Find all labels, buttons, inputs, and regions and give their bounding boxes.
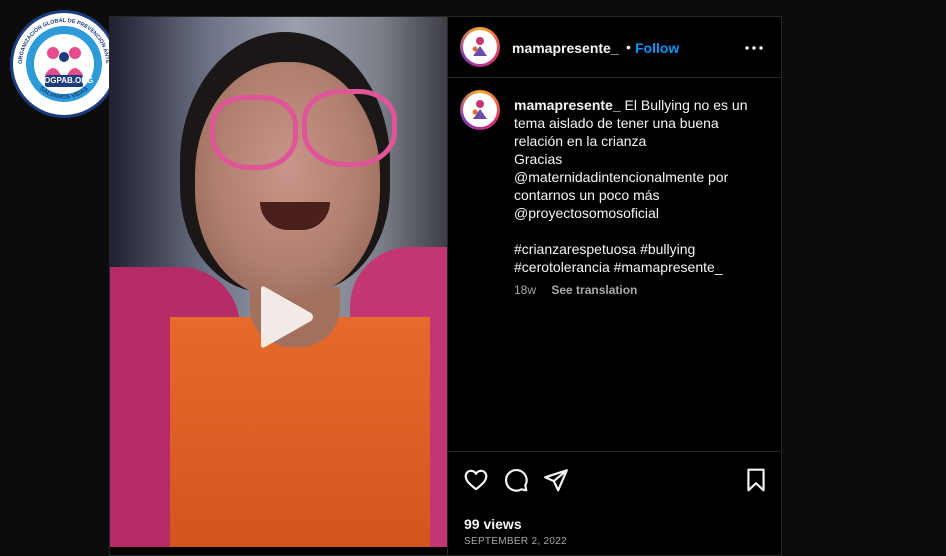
comment-button[interactable]: [503, 467, 529, 493]
bookmark-icon: [747, 468, 765, 492]
caption-avatar-image: [463, 93, 497, 127]
header-username[interactable]: mamapresente_: [512, 40, 619, 56]
video-subject-glasses-right: [302, 89, 397, 167]
svg-text:SALVAMOS VIDAS: SALVAMOS VIDAS: [38, 86, 89, 101]
post-sidepanel: mamapresente_ • Follow mamapresente_ El …: [447, 17, 781, 555]
caption-hashtags[interactable]: #cerotolerancia #mamapresente_: [514, 258, 759, 276]
post-card: mamapresente_ • Follow mamapresente_ El …: [109, 16, 782, 556]
caption-line: El Bullying no es un: [620, 97, 748, 113]
view-count[interactable]: 99 views: [464, 516, 522, 532]
post-age[interactable]: 18w: [514, 283, 536, 297]
more-options-button[interactable]: [744, 39, 764, 57]
avatar-figure-icon: [472, 100, 487, 119]
caption-line: relación en la crianza: [514, 133, 647, 149]
share-icon: [544, 469, 568, 492]
post-video[interactable]: [110, 17, 447, 547]
post-header: mamapresente_ • Follow: [448, 17, 781, 78]
logo-org-text: ORGANIZACIÓN GLOBAL DE PREVENCIÓN ANTE E…: [13, 13, 110, 64]
follow-button[interactable]: Follow: [635, 40, 679, 56]
caption-mention[interactable]: @proyectosomosoficial: [514, 204, 759, 222]
save-button[interactable]: [743, 467, 769, 493]
caption-mention[interactable]: @maternidadintencionalmente por: [514, 168, 759, 186]
more-icon: [745, 46, 763, 50]
caption-meta: 18w See translation: [514, 283, 637, 297]
logo-slogan: SALVAMOS VIDAS: [38, 86, 89, 101]
action-bar: 99 views SEPTEMBER 2, 2022: [448, 451, 781, 555]
avatar-figure-icon: [472, 37, 487, 56]
see-translation-button[interactable]: See translation: [551, 283, 637, 297]
comment-icon: [505, 469, 528, 492]
caption-author[interactable]: mamapresente_: [514, 97, 621, 113]
caption-hashtags[interactable]: #crianzarespetuosa #bullying: [514, 240, 759, 258]
share-button[interactable]: [543, 467, 569, 493]
ogpab-logo[interactable]: OGPAB.ORG ORGANIZACIÓN GLOBAL DE PREVENC…: [10, 10, 118, 118]
svg-text:ORGANIZACIÓN GLOBAL DE PREVENC: ORGANIZACIÓN GLOBAL DE PREVENCIÓN ANTE E…: [13, 13, 110, 64]
post-caption: mamapresente_ El Bullying no es un tema …: [514, 96, 759, 276]
caption-line: Gracias: [514, 151, 563, 167]
play-button[interactable]: [243, 277, 323, 357]
logo-ring-text: ORGANIZACIÓN GLOBAL DE PREVENCIÓN ANTE E…: [13, 13, 110, 101]
author-avatar[interactable]: [460, 27, 500, 67]
like-button[interactable]: [463, 467, 489, 493]
video-subject-glasses-left: [210, 95, 298, 170]
caption-line: contarnos un poco más: [514, 187, 660, 203]
caption-avatar[interactable]: [460, 90, 500, 130]
caption-line: tema aislado de tener una buena: [514, 115, 719, 131]
heart-icon: [464, 469, 488, 491]
author-avatar-image: [463, 30, 497, 64]
header-separator: •: [626, 39, 631, 55]
play-icon: [261, 286, 313, 348]
